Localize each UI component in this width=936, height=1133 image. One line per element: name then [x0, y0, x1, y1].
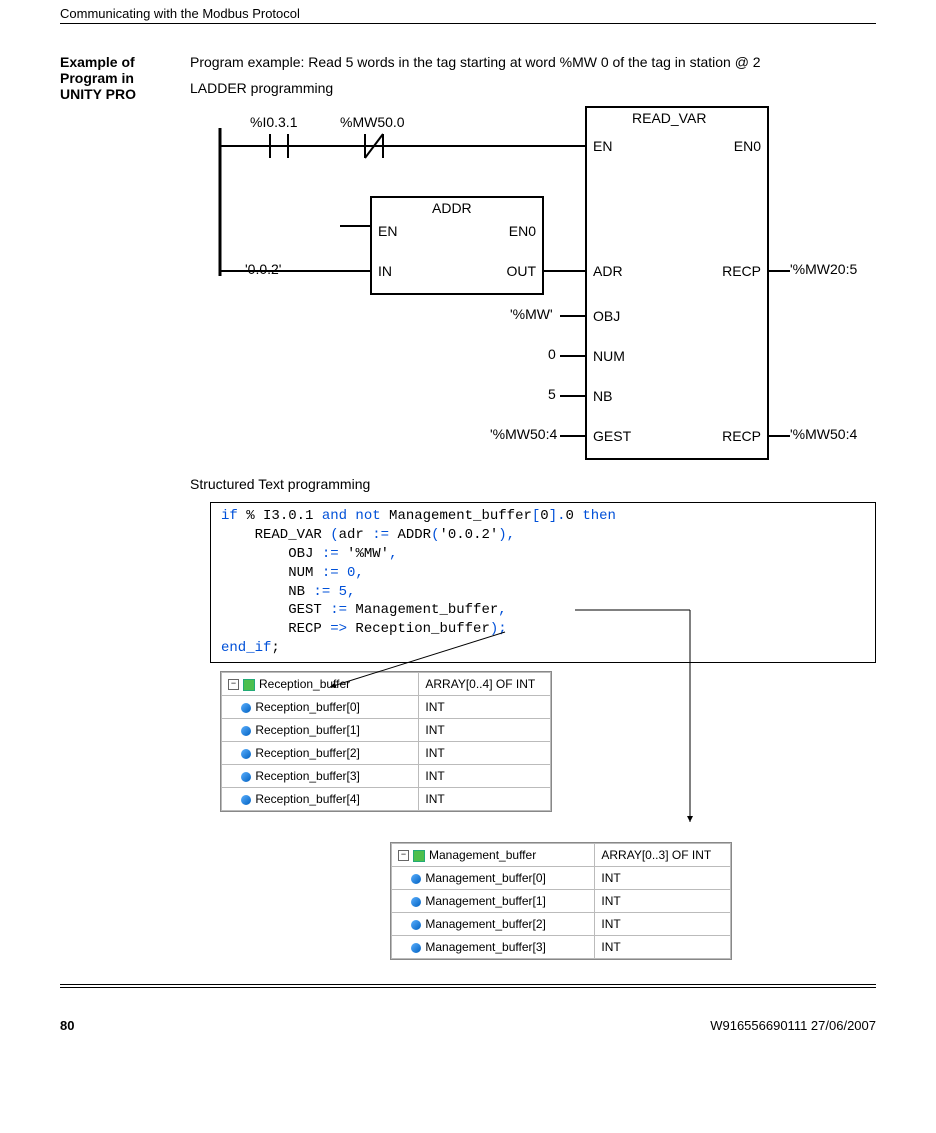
addr-block: ADDR EN EN0 IN OUT: [370, 196, 544, 295]
doc-ref: W916556690111 27/06/2007: [710, 1018, 876, 1033]
page-number: 80: [60, 1018, 74, 1033]
tree-row: Management_buffer[0]INT: [392, 867, 731, 890]
tree-row: Management_buffer[1]INT: [392, 890, 731, 913]
contact-label: %I0.3.1: [250, 114, 297, 130]
page-header: Communicating with the Modbus Protocol: [60, 0, 876, 21]
structured-text-code: if % I3.0.1 and not Management_buffer[0]…: [210, 502, 876, 663]
section-title: Example of Program in UNITY PRO: [60, 54, 190, 960]
contact-label: %MW50.0: [340, 114, 405, 130]
tree-row: −Management_buffer ARRAY[0..3] OF INT: [392, 844, 731, 867]
tree-row: Reception_buffer[3]INT: [222, 765, 551, 788]
tree-row: Management_buffer[2]INT: [392, 913, 731, 936]
intro-text: Program example: Read 5 words in the tag…: [190, 54, 876, 70]
reception-buffer-tree: −Reception_buffer ARRAY[0..4] OF INT Rec…: [220, 671, 552, 812]
tree-row: Management_buffer[3]INT: [392, 936, 731, 959]
tree-row: Reception_buffer[1]INT: [222, 719, 551, 742]
ladder-diagram: %I0.3.1 %MW50.0 ADDR EN EN0 IN OUT '0.0.…: [190, 106, 876, 476]
tree-row: Reception_buffer[4]INT: [222, 788, 551, 811]
tree-row: Reception_buffer[0]INT: [222, 696, 551, 719]
management-buffer-tree: −Management_buffer ARRAY[0..3] OF INT Ma…: [390, 842, 732, 960]
tree-row: Reception_buffer[2]INT: [222, 742, 551, 765]
tree-row: −Reception_buffer ARRAY[0..4] OF INT: [222, 673, 551, 696]
addr-in-value: '0.0.2': [245, 261, 281, 277]
readvar-block: READ_VAR EN EN0 ADR RECP OBJ NUM NB GEST…: [585, 106, 769, 460]
ladder-heading: LADDER programming: [190, 80, 876, 96]
st-heading: Structured Text programming: [190, 476, 876, 492]
